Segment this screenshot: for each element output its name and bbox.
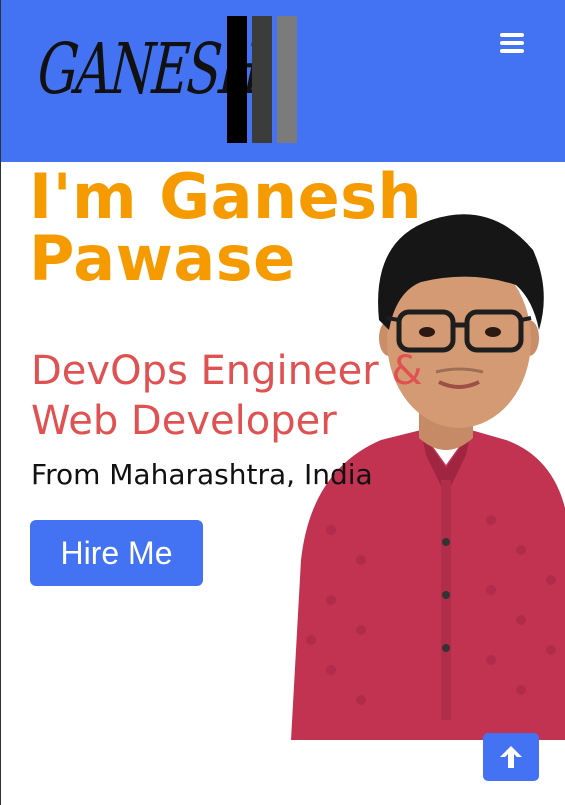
- logo-bar-gray: [277, 16, 297, 143]
- hero-subtitle: DevOps Engineer & Web Developer: [31, 348, 423, 444]
- hire-me-button[interactable]: Hire Me: [30, 520, 203, 586]
- hamburger-menu-icon[interactable]: [496, 30, 530, 58]
- site-logo[interactable]: GANESH: [35, 16, 301, 146]
- menu-line: [500, 49, 524, 53]
- menu-line: [500, 33, 524, 37]
- page: GANESH I'm Ganesh Pawase DevOps Engineer…: [0, 0, 565, 805]
- hero-title: I'm Ganesh Pawase: [29, 160, 423, 295]
- hero-location: From Maharashtra, India: [31, 458, 373, 491]
- logo-bar-black: [227, 16, 247, 143]
- menu-line: [500, 41, 524, 45]
- logo-bar-dark-gray: [252, 16, 272, 143]
- navbar: GANESH: [1, 0, 565, 162]
- arrow-up-icon: [500, 746, 522, 768]
- back-to-top-button[interactable]: [483, 733, 539, 781]
